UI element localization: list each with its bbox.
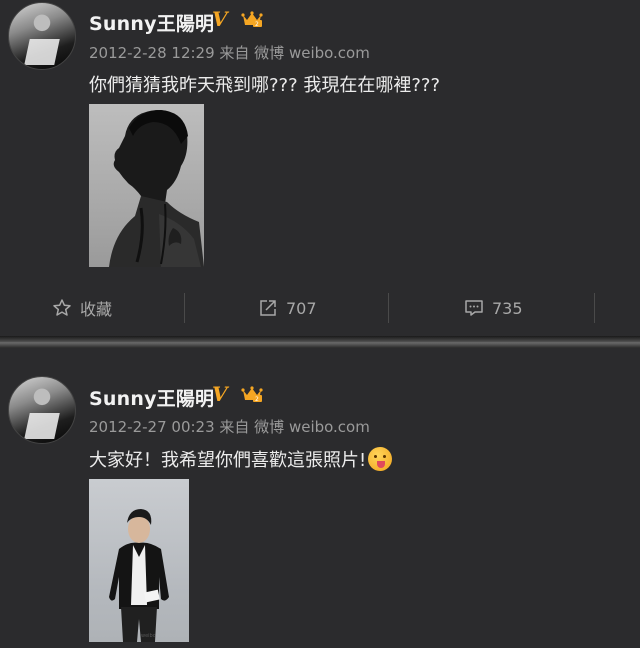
- post-text: 大家好！我希望你們喜歡這張照片!: [89, 446, 393, 472]
- weibo-post-1: Sunny王陽明 V 2 2012-2-28 12:29 来自 微博 weibo…: [0, 0, 640, 336]
- favorite-button[interactable]: 收藏: [52, 283, 112, 333]
- post-timestamp[interactable]: 2012-2-27 00:23: [89, 418, 215, 436]
- svg-text:weibo: weibo: [141, 633, 156, 639]
- post-meta: 2012-2-28 12:29 来自 微博 weibo.com: [89, 42, 370, 63]
- post-photo[interactable]: weibo: [89, 479, 189, 642]
- repost-button[interactable]: 707: [258, 283, 317, 333]
- user-avatar[interactable]: [8, 376, 76, 444]
- post-separator: [0, 336, 640, 348]
- svg-text:2: 2: [255, 21, 259, 28]
- action-divider: [184, 293, 185, 323]
- member-crown-icon: 2: [241, 11, 263, 28]
- post-timestamp[interactable]: 2012-2-28 12:29: [89, 44, 215, 62]
- portrait-image: weibo: [109, 509, 169, 642]
- comment-count: 735: [492, 298, 523, 318]
- svg-text:2: 2: [255, 396, 259, 403]
- comment-icon: [464, 298, 484, 318]
- post-source: 来自 微博 weibo.com: [219, 418, 370, 436]
- share-icon: [258, 298, 278, 318]
- post-source: 来自 微博 weibo.com: [219, 44, 370, 62]
- user-name[interactable]: Sunny王陽明: [89, 9, 214, 36]
- star-icon: [52, 298, 72, 318]
- favorite-label: 收藏: [80, 300, 113, 319]
- action-divider: [594, 293, 595, 323]
- post-meta: 2012-2-27 00:23 来自 微博 weibo.com: [89, 416, 370, 437]
- post-photo[interactable]: [89, 104, 204, 267]
- user-name[interactable]: Sunny王陽明: [89, 384, 214, 411]
- action-divider: [388, 293, 389, 323]
- verified-badge-icon: V: [212, 382, 228, 406]
- tongue-out-emoji-icon: [368, 447, 393, 471]
- repost-count: 707: [286, 298, 317, 318]
- verified-badge-icon: V: [212, 7, 228, 31]
- user-avatar[interactable]: [8, 2, 76, 70]
- post-text-content: 大家好！我希望你們喜歡這張照片!: [89, 450, 367, 471]
- post-text: 你們猜猜我昨天飛到哪??? 我現在在哪裡???: [89, 75, 441, 96]
- post-action-bar: 收藏 707 735: [0, 283, 640, 333]
- comment-button[interactable]: 735: [464, 283, 523, 333]
- portrait-image: [109, 110, 204, 267]
- member-crown-icon: 2: [241, 386, 263, 403]
